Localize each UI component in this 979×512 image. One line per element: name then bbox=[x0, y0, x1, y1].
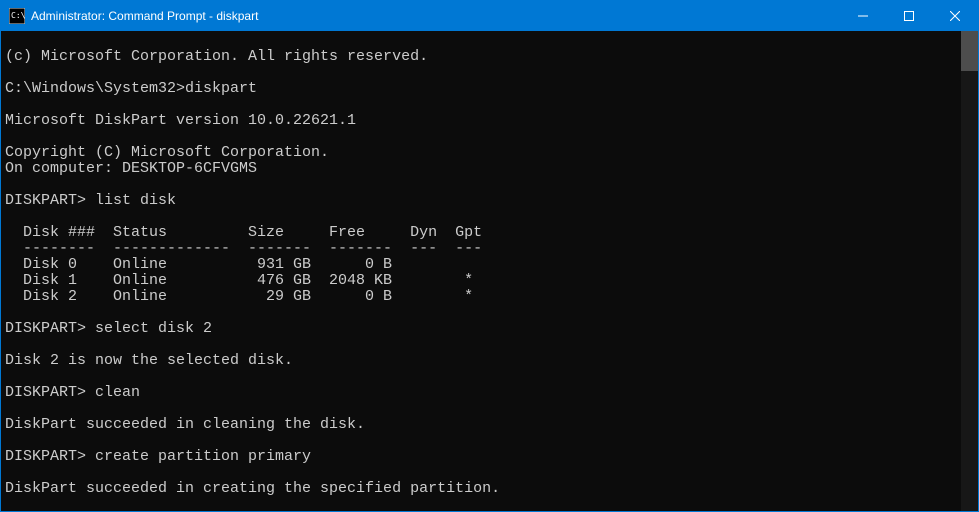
maximize-button[interactable] bbox=[886, 1, 932, 31]
terminal-line: DiskPart succeeded in creating the speci… bbox=[5, 480, 500, 497]
minimize-icon bbox=[858, 11, 868, 21]
vertical-scrollbar[interactable] bbox=[961, 31, 978, 511]
table-header: Disk ### Status Size Free Dyn Gpt bbox=[5, 224, 482, 241]
table-row: Disk 2 Online 29 GB 0 B * bbox=[5, 288, 473, 305]
scrollbar-thumb[interactable] bbox=[961, 31, 978, 71]
table-row: Disk 1 Online 476 GB 2048 KB * bbox=[5, 272, 473, 289]
table-divider: -------- ------------- ------- ------- -… bbox=[5, 240, 482, 257]
maximize-icon bbox=[904, 11, 914, 21]
terminal-line: DiskPart succeeded in cleaning the disk. bbox=[5, 416, 365, 433]
terminal-line: Disk 2 is now the selected disk. bbox=[5, 352, 293, 369]
terminal-line: DISKPART> create partition primary bbox=[5, 448, 311, 465]
table-row: Disk 0 Online 931 GB 0 B bbox=[5, 256, 392, 273]
terminal-line: Microsoft DiskPart version 10.0.22621.1 bbox=[5, 112, 356, 129]
command-prompt-window: C:\ Administrator: Command Prompt - disk… bbox=[0, 0, 979, 512]
close-button[interactable] bbox=[932, 1, 978, 31]
command-prompt-icon: C:\ bbox=[9, 8, 25, 24]
terminal-line: DISKPART> clean bbox=[5, 384, 140, 401]
terminal-line: DISKPART> list disk bbox=[5, 192, 176, 209]
window-title: Administrator: Command Prompt - diskpart bbox=[31, 9, 840, 23]
terminal-line: (c) Microsoft Corporation. All rights re… bbox=[5, 48, 428, 65]
terminal-line: Copyright (C) Microsoft Corporation. bbox=[5, 144, 329, 161]
terminal-output[interactable]: (c) Microsoft Corporation. All rights re… bbox=[1, 31, 978, 511]
window-controls bbox=[840, 1, 978, 31]
close-icon bbox=[950, 11, 960, 21]
terminal-line: DISKPART> select disk 2 bbox=[5, 320, 212, 337]
titlebar[interactable]: C:\ Administrator: Command Prompt - disk… bbox=[1, 1, 978, 31]
terminal-line: C:\Windows\System32>diskpart bbox=[5, 80, 257, 97]
svg-text:C:\: C:\ bbox=[11, 11, 25, 20]
minimize-button[interactable] bbox=[840, 1, 886, 31]
terminal-line: On computer: DESKTOP-6CFVGMS bbox=[5, 160, 257, 177]
